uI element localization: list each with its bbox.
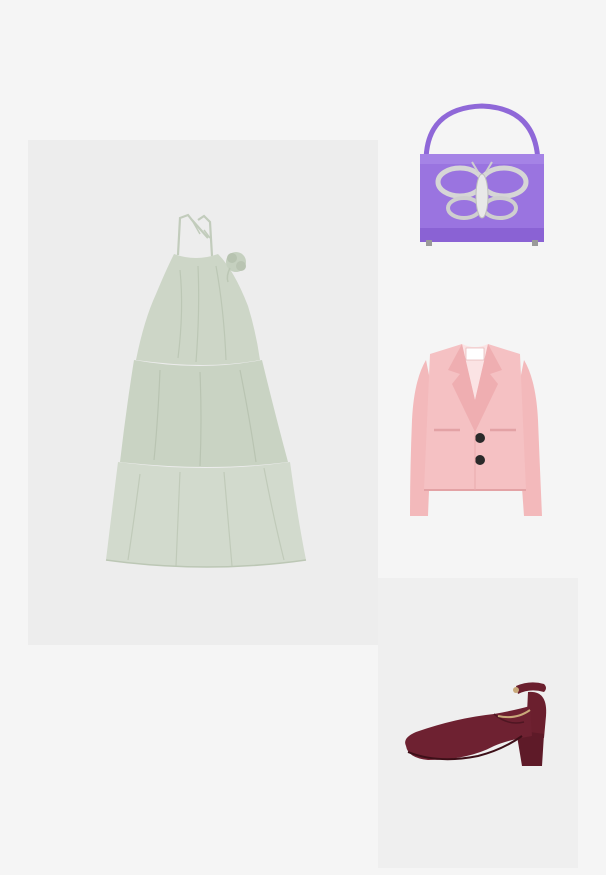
tiered-dress-image[interactable] [100,210,310,575]
purple-handbag-image[interactable] [412,100,552,250]
burgundy-pump-image[interactable] [398,676,560,768]
pink-blazer-image[interactable] [400,340,550,525]
outfit-collage [0,0,606,875]
